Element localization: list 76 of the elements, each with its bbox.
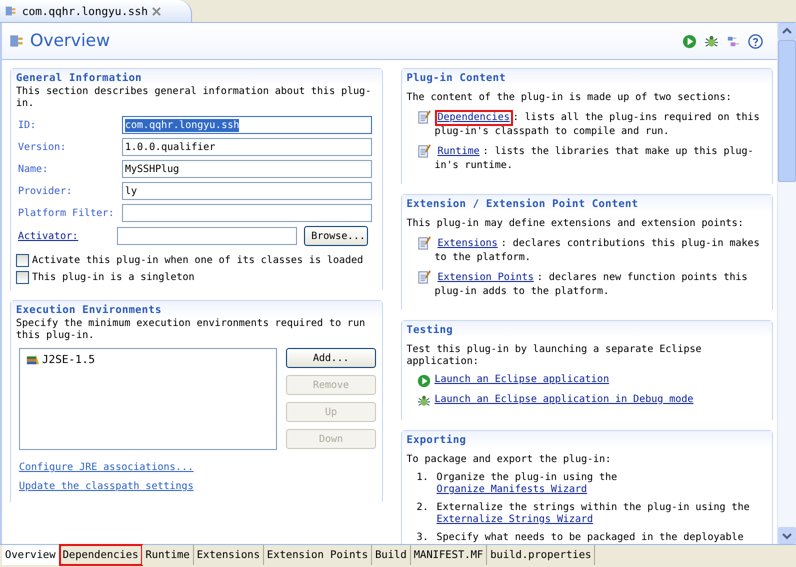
launch-link[interactable]: Launch an Eclipse application in Debug mode: [434, 394, 694, 405]
field-label: Version:: [17, 142, 68, 152]
run-icon: [416, 374, 430, 388]
document-icon: [416, 110, 430, 124]
section-title: Extension / Extension Point Content: [406, 198, 638, 210]
step-text: Externalize the strings within the plug-in using the: [436, 502, 750, 514]
section-link[interactable]: Runtime: [434, 144, 483, 160]
bug-icon: [416, 394, 430, 408]
field-label: Name:: [17, 164, 50, 174]
checkbox[interactable]: [16, 271, 29, 284]
help-icon[interactable]: [748, 34, 763, 48]
wizard-link[interactable]: Externalize Strings Wizard: [436, 514, 594, 526]
text-field[interactable]: com.qqhr.longyu.ssh: [122, 116, 372, 134]
editor-tab-title: com.qqhr.longyu.ssh: [22, 4, 148, 18]
scroll-down-icon[interactable]: [778, 527, 796, 544]
step-number: 3.: [416, 532, 429, 544]
section-title: Execution Environments: [16, 304, 162, 316]
list-button[interactable]: Add...: [286, 348, 376, 368]
text-field[interactable]: 1.0.0.qualifier: [122, 138, 372, 156]
item-description: Dependencies : lists all the plug-ins required on this plug-in's classpath to compile and run.: [434, 110, 761, 138]
checkbox-label: Activate this plug-in when one of its classes is loaded: [32, 255, 364, 266]
checkbox[interactable]: [16, 254, 29, 267]
plugin-icon: [4, 4, 18, 18]
document-icon: [416, 236, 430, 250]
activator-field[interactable]: [117, 227, 298, 245]
section-description: This plug-in may define extensions and extension points:: [406, 218, 745, 230]
run-icon[interactable]: [682, 34, 697, 48]
field-label: Platform Filter:: [17, 208, 116, 218]
page-tab[interactable]: Overview: [2, 545, 60, 565]
step-text: Organize the plug-in using the: [436, 472, 618, 484]
section-title: Plug-in Content: [406, 72, 506, 84]
settings-link[interactable]: Configure JRE associations...: [19, 462, 194, 473]
section-link[interactable]: Extension Points: [434, 270, 537, 286]
scrollbar[interactable]: [777, 23, 796, 544]
browse-button[interactable]: Browse...: [304, 226, 368, 246]
page-tab[interactable]: Dependencies: [60, 545, 142, 565]
settings-link[interactable]: Update the classpath settings: [19, 481, 194, 492]
field-value: 1.0.0.qualifier: [125, 140, 216, 154]
section-link[interactable]: Dependencies: [434, 110, 513, 126]
document-icon: [416, 144, 430, 158]
page-title: Overview: [30, 31, 110, 51]
step-text: Specify what needs to be packaged in the deployable: [436, 532, 744, 544]
activator-link[interactable]: Activator:: [16, 230, 78, 242]
books-icon: [25, 352, 41, 366]
item-description: Runtime : lists the libraries that make up this plug-in's runtime.: [434, 144, 755, 172]
section-title: General Information: [16, 72, 142, 84]
scroll-up-icon[interactable]: [778, 23, 796, 40]
section-description: Specify the minimum execution environments required to run this plug-in.: [16, 318, 366, 342]
environment-item[interactable]: J2SE-1.5: [42, 352, 95, 366]
editor-tab[interactable]: com.qqhr.longyu.ssh: [0, 0, 192, 22]
field-value: MySSHPlug: [125, 162, 180, 176]
field-label: ID:: [17, 120, 38, 130]
section-description: To package and export the plug-in:: [406, 454, 612, 466]
bug-icon[interactable]: [704, 34, 719, 48]
close-icon[interactable]: [152, 6, 161, 16]
field-value: ly: [125, 184, 138, 198]
checkbox-label: This plug-in is a singleton: [32, 272, 195, 283]
page-tab[interactable]: Runtime: [142, 545, 194, 565]
item-description: Extensions : declares contributions this plug-in makes to the platform.: [434, 236, 761, 264]
section-description: Test this plug-in by launching a separate Eclipse application:: [406, 344, 703, 368]
section-description: The content of the plug-in is made up of two sections:: [406, 92, 733, 104]
step-number: 1.: [416, 472, 429, 485]
section-title: Testing: [406, 324, 453, 336]
text-field[interactable]: [122, 204, 372, 222]
text-field[interactable]: ly: [122, 182, 372, 200]
wizard-link[interactable]: Organize Manifests Wizard: [436, 484, 588, 496]
text-field[interactable]: MySSHPlug: [122, 160, 372, 178]
document-icon: [416, 270, 430, 284]
section-link[interactable]: Extensions: [434, 236, 501, 252]
section-title: Exporting: [406, 434, 466, 446]
item-description: Extension Points : declares new function points this plug-in adds to the platform.: [434, 270, 749, 298]
field-label: Provider:: [17, 186, 74, 196]
launch-link[interactable]: Launch an Eclipse application: [434, 374, 610, 385]
step-number: 2.: [416, 502, 429, 515]
section-description: This section describes general information about this plug-in.: [16, 86, 372, 110]
field-value: com.qqhr.longyu.ssh: [125, 118, 240, 132]
